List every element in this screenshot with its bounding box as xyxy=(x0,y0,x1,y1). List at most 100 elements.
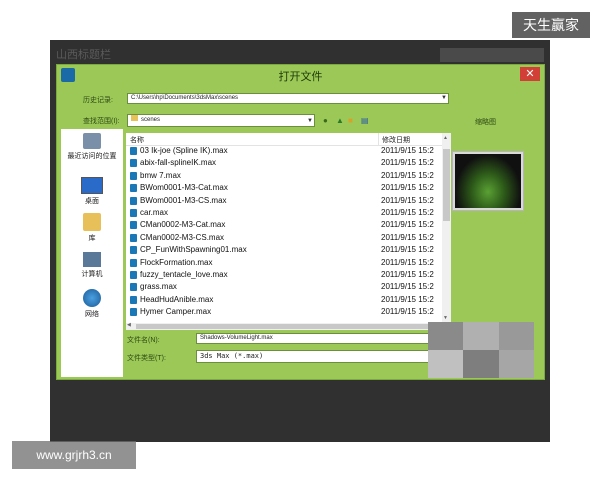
file-date: 2011/9/15 15:2 xyxy=(381,282,434,292)
scroll-up-icon[interactable]: ▲ xyxy=(443,135,448,141)
file-name: HeadHudAnible.max xyxy=(140,294,214,304)
file-row[interactable]: FlockFormation.max 2011/9/15 15:2 xyxy=(126,257,442,269)
max-file-icon xyxy=(130,184,137,193)
file-name: car.max xyxy=(140,208,169,217)
file-date: 2011/9/15 15:2 xyxy=(381,270,434,279)
file-date: 2011/9/15 15:2 xyxy=(381,232,434,242)
max-file-icon xyxy=(130,246,137,255)
file-date: 2011/9/15 15:2 xyxy=(381,158,434,168)
place-libraries[interactable]: 库 xyxy=(61,213,123,243)
column-date[interactable]: 修改日期 xyxy=(382,135,410,145)
file-row[interactable]: fuzzy_tentacle_love.max 2011/9/15 15:2 xyxy=(126,269,442,281)
place-label: 计算机 xyxy=(81,271,103,278)
mosaic-tile xyxy=(463,322,499,350)
new-folder-icon[interactable]: ■ xyxy=(348,117,353,125)
filename-input[interactable]: Shadows-VolumeLight.max xyxy=(196,333,432,344)
preview-box xyxy=(452,151,524,211)
file-row[interactable]: Hymer Camper.max 2011/9/15 15:2 xyxy=(126,306,442,318)
libraries-icon xyxy=(83,213,101,231)
network-icon xyxy=(83,289,101,307)
places-bar: 最近访问的位置 桌面 库 计算机 网络 xyxy=(61,129,123,377)
file-name: BWom0001-M3-Cat.max xyxy=(140,183,228,193)
vertical-scroll-thumb[interactable] xyxy=(443,149,450,221)
history-combo[interactable]: C:\Users\hp\Documents\3dsMax\scenes ▼ xyxy=(127,93,449,104)
place-computer[interactable]: 计算机 xyxy=(61,252,123,279)
blurred-mosaic xyxy=(428,322,534,378)
vertical-scrollbar[interactable]: ▲ ▼ xyxy=(442,133,451,323)
file-date: 2011/9/15 15:2 xyxy=(381,208,434,217)
scroll-left-icon[interactable]: ◀ xyxy=(127,322,131,328)
lookin-label: 查找范围(I): xyxy=(83,118,120,125)
file-row[interactable]: CMan0002-M3-CS.max 2011/9/15 15:2 xyxy=(126,232,442,244)
mosaic-tile xyxy=(428,350,464,378)
file-name: CP_FunWithSpawning01.max xyxy=(140,245,247,255)
place-label: 网络 xyxy=(85,311,99,318)
file-date: 2011/9/15 15:2 xyxy=(381,183,434,193)
file-name: CMan0002-M3-CS.max xyxy=(140,232,225,242)
scroll-down-icon[interactable]: ▼ xyxy=(443,315,448,321)
chevron-down-icon[interactable]: ▼ xyxy=(307,116,313,126)
file-name: bmw 7.max xyxy=(140,170,181,180)
file-date: 2011/9/15 15:2 xyxy=(381,307,434,317)
recent-places-icon xyxy=(83,133,101,149)
file-name: abix-fall-splineIK.max xyxy=(140,158,217,168)
file-date: 2011/9/15 15:2 xyxy=(381,146,434,155)
place-label: 库 xyxy=(88,235,96,242)
file-row[interactable]: bmw 7.max 2011/9/15 15:2 xyxy=(126,170,442,182)
place-network[interactable]: 网络 xyxy=(61,289,123,319)
place-recent[interactable]: 最近访问的位置 xyxy=(61,133,123,161)
filetype-label: 文件类型(T): xyxy=(127,355,166,362)
file-name: fuzzy_tentacle_love.max xyxy=(140,270,228,279)
file-row[interactable]: BWom0001-M3-CS.max 2011/9/15 15:2 xyxy=(126,195,442,207)
max-file-icon xyxy=(130,196,137,205)
close-button[interactable]: ✕ xyxy=(520,67,540,81)
history-value: C:\Users\hp\Documents\3dsMax\scenes xyxy=(131,95,239,101)
place-label: 桌面 xyxy=(85,198,99,205)
view-menu-icon[interactable]: ▤ xyxy=(361,117,369,125)
file-row[interactable]: CP_FunWithSpawning01.max 2011/9/15 15:2 xyxy=(126,244,442,256)
file-row[interactable]: 03 Ik-joe (Spline IK).max 2011/9/15 15:2 xyxy=(126,145,442,157)
file-name: grass.max xyxy=(140,282,177,292)
chevron-down-icon[interactable]: ▼ xyxy=(441,94,447,103)
file-date: 2011/9/15 15:2 xyxy=(381,257,434,267)
watermark-bottom-left: www.grjrh3.cn xyxy=(12,441,136,469)
file-name: BWom0001-M3-CS.max xyxy=(140,195,227,205)
filename-value: Shadows-VolumeLight.max xyxy=(200,335,273,341)
file-date: 2011/9/15 15:2 xyxy=(381,170,434,180)
thumbnail-label: 缩略图 xyxy=(475,119,496,126)
desktop-icon xyxy=(81,177,103,194)
filename-label: 文件名(N): xyxy=(127,337,160,344)
file-row[interactable]: HeadHudAnible.max 2011/9/15 15:2 xyxy=(126,294,442,306)
preview-thumbnail xyxy=(455,154,521,208)
app-search-field[interactable] xyxy=(440,48,544,62)
computer-icon xyxy=(83,252,101,267)
up-folder-icon[interactable]: ▲ xyxy=(336,117,344,125)
filetype-select[interactable]: 3ds Max (*.max) xyxy=(196,350,432,363)
filetype-value: 3ds Max (*.max) xyxy=(200,352,264,360)
max-file-icon xyxy=(130,171,137,180)
file-date: 2011/9/15 15:2 xyxy=(381,220,434,230)
file-row[interactable]: grass.max 2011/9/15 15:2 xyxy=(126,281,442,293)
file-row[interactable]: CMan0002-M3-Cat.max 2011/9/15 15:2 xyxy=(126,219,442,231)
file-row[interactable]: BWom0001-M3-Cat.max 2011/9/15 15:2 xyxy=(126,182,442,194)
file-name: 03 Ik-joe (Spline IK).max xyxy=(140,146,228,155)
horizontal-scroll-thumb[interactable] xyxy=(136,324,432,329)
file-list[interactable]: ^ 名称 修改日期 03 Ik-joe (Spline IK).max 2011/… xyxy=(126,133,451,323)
back-icon[interactable]: ● xyxy=(323,117,328,125)
max-file-icon xyxy=(130,221,137,230)
dialog-title: 打开文件 xyxy=(278,71,323,83)
history-label: 历史记录: xyxy=(83,97,113,104)
max-file-icon xyxy=(130,308,137,317)
mosaic-tile xyxy=(498,350,534,378)
max-file-icon xyxy=(130,258,137,267)
horizontal-scrollbar[interactable]: ◀ ▶ xyxy=(126,322,451,330)
lookin-combo[interactable]: scenes ▼ xyxy=(127,114,315,127)
column-name[interactable]: 名称 xyxy=(130,135,144,145)
file-row[interactable]: car.max 2011/9/15 15:2 xyxy=(126,207,442,219)
column-divider[interactable] xyxy=(378,133,379,145)
max-file-icon xyxy=(130,233,137,242)
max-file-icon xyxy=(130,283,137,292)
file-row[interactable]: abix-fall-splineIK.max 2011/9/15 15:2 xyxy=(126,157,442,169)
place-label: 最近访问的位置 xyxy=(67,153,117,160)
place-desktop[interactable]: 桌面 xyxy=(61,177,123,206)
